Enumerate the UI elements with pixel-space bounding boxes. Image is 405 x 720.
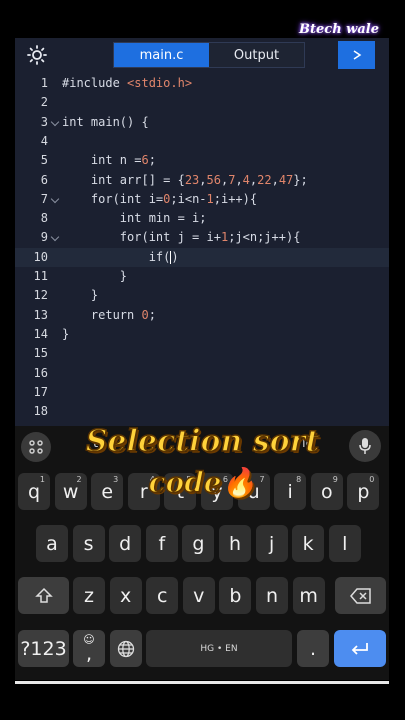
line-number: 2 [40, 95, 48, 110]
period-key[interactable]: . [297, 630, 329, 667]
key-j[interactable]: j [255, 525, 288, 562]
code-line[interactable]: 17 [15, 383, 389, 402]
code-line[interactable]: 1 #include <stdio.h> [15, 74, 389, 93]
line-number: 13 [33, 307, 48, 322]
caption-line-2: code🔥 [148, 465, 257, 500]
code-line[interactable]: 4 [15, 132, 389, 151]
key-x[interactable]: x [109, 577, 142, 614]
line-number: 17 [33, 384, 48, 399]
code-line[interactable]: 7 for(int i=0;i<n-1;i++){ [15, 190, 389, 209]
fold-chevron-icon[interactable] [50, 117, 60, 126]
space-key[interactable]: HG • EN [146, 630, 292, 667]
line-number: 6 [40, 172, 48, 187]
backspace-key[interactable] [335, 577, 386, 614]
code-line[interactable]: 11 } [15, 267, 389, 286]
globe-icon [117, 640, 135, 657]
line-number: 18 [33, 404, 48, 419]
enter-icon [351, 642, 368, 655]
emoji-icon: ☺ [83, 633, 95, 646]
backspace-icon [349, 587, 371, 604]
line-number: 3 [40, 114, 48, 129]
shift-key[interactable] [18, 577, 69, 614]
fold-chevron-icon[interactable] [50, 233, 60, 242]
fold-chevron-icon[interactable] [50, 194, 60, 204]
symbols-key[interactable]: ?123 [18, 630, 69, 667]
code-text: int min = i; [62, 211, 207, 226]
code-line[interactable]: 16 [15, 364, 389, 383]
key-v[interactable]: v [182, 577, 215, 614]
globe-key[interactable] [110, 630, 142, 667]
key-f[interactable]: f [145, 525, 178, 562]
code-text: for(int i=0;i<n-1;i++){ [62, 191, 258, 206]
tab-output[interactable]: Output [209, 43, 304, 67]
file-tabs: main.c Output [113, 42, 305, 68]
code-line[interactable]: 15 [15, 344, 389, 363]
line-number: 14 [33, 326, 48, 341]
code-line[interactable]: 3 int main() { [15, 113, 389, 132]
line-number: 5 [40, 153, 48, 168]
play-icon [353, 50, 361, 60]
code-line[interactable]: 8 int min = i; [15, 209, 389, 228]
line-number: 10 [33, 249, 48, 264]
code-line[interactable]: 2 [15, 93, 389, 112]
tab-main-c[interactable]: main.c [114, 43, 209, 67]
code-line[interactable]: 13 return 0; [15, 306, 389, 325]
code-line[interactable]: 14} [15, 325, 389, 344]
enter-key[interactable] [334, 630, 386, 667]
code-text: int n =6; [62, 153, 156, 168]
code-area[interactable]: 1 #include <stdio.h> 2 3 int main() { 4 5 int … [15, 74, 389, 426]
code-editor-app: main.c Output 1 #include <stdio.h> 2 3 int m… [15, 38, 389, 426]
code-text: int arr[] = {23,56,7,4,22,47}; [62, 172, 308, 187]
code-text: int main() { [62, 114, 149, 129]
virtual-keyboard: to le q1w2e3r4t5y6u7i8o9p0asdfghjklzxcvb… [15, 426, 389, 680]
gesture-bar [15, 681, 389, 684]
code-line[interactable]: 6 int arr[] = {23,56,7,4,22,47}; [15, 171, 389, 190]
key-b[interactable]: b [219, 577, 252, 614]
line-number: 7 [40, 191, 48, 206]
comma-key[interactable]: ☺, [73, 630, 105, 667]
line-number: 15 [33, 346, 48, 361]
code-text: return 0; [62, 307, 156, 322]
code-text: } [62, 326, 70, 341]
code-text: } [62, 269, 128, 283]
text-cursor [170, 250, 172, 264]
line-number: 11 [33, 269, 48, 283]
key-g[interactable]: g [182, 525, 215, 562]
line-number: 12 [33, 288, 48, 303]
key-c[interactable]: c [146, 577, 179, 614]
watermark-brand: Btech wale [299, 22, 379, 37]
line-number: 4 [40, 133, 48, 148]
key-m[interactable]: m [292, 577, 325, 614]
code-line[interactable]: 10 if() [15, 247, 389, 267]
line-number: 1 [40, 76, 48, 90]
code-line[interactable]: 5 int n =6; [15, 151, 389, 170]
shift-icon [34, 587, 53, 603]
key-h[interactable]: h [219, 525, 251, 562]
code-line[interactable]: 9 for(int j = i+1;j<n;j++){ [15, 228, 389, 247]
key-d[interactable]: d [109, 525, 142, 562]
code-text: if() [62, 249, 179, 264]
code-text: } [62, 288, 99, 303]
code-line[interactable]: 18 [15, 402, 389, 421]
editor-toolbar: main.c Output [15, 38, 389, 71]
code-text: #include <stdio.h> [62, 76, 193, 90]
key-s[interactable]: s [72, 525, 105, 562]
code-line[interactable]: 12 } [15, 286, 389, 305]
theme-toggle-icon[interactable] [27, 45, 47, 65]
key-k[interactable]: k [292, 525, 325, 562]
line-number: 8 [40, 211, 48, 226]
run-button[interactable] [338, 41, 375, 69]
line-number: 9 [40, 230, 48, 245]
caption-line-1: Selection sort [85, 423, 320, 460]
line-number: 16 [33, 365, 48, 380]
key-z[interactable]: z [73, 577, 105, 614]
key-n[interactable]: n [256, 577, 288, 614]
code-text: for(int j = i+1;j<n;j++){ [62, 230, 301, 245]
key-a[interactable]: a [36, 525, 68, 562]
key-l[interactable]: l [328, 525, 361, 562]
